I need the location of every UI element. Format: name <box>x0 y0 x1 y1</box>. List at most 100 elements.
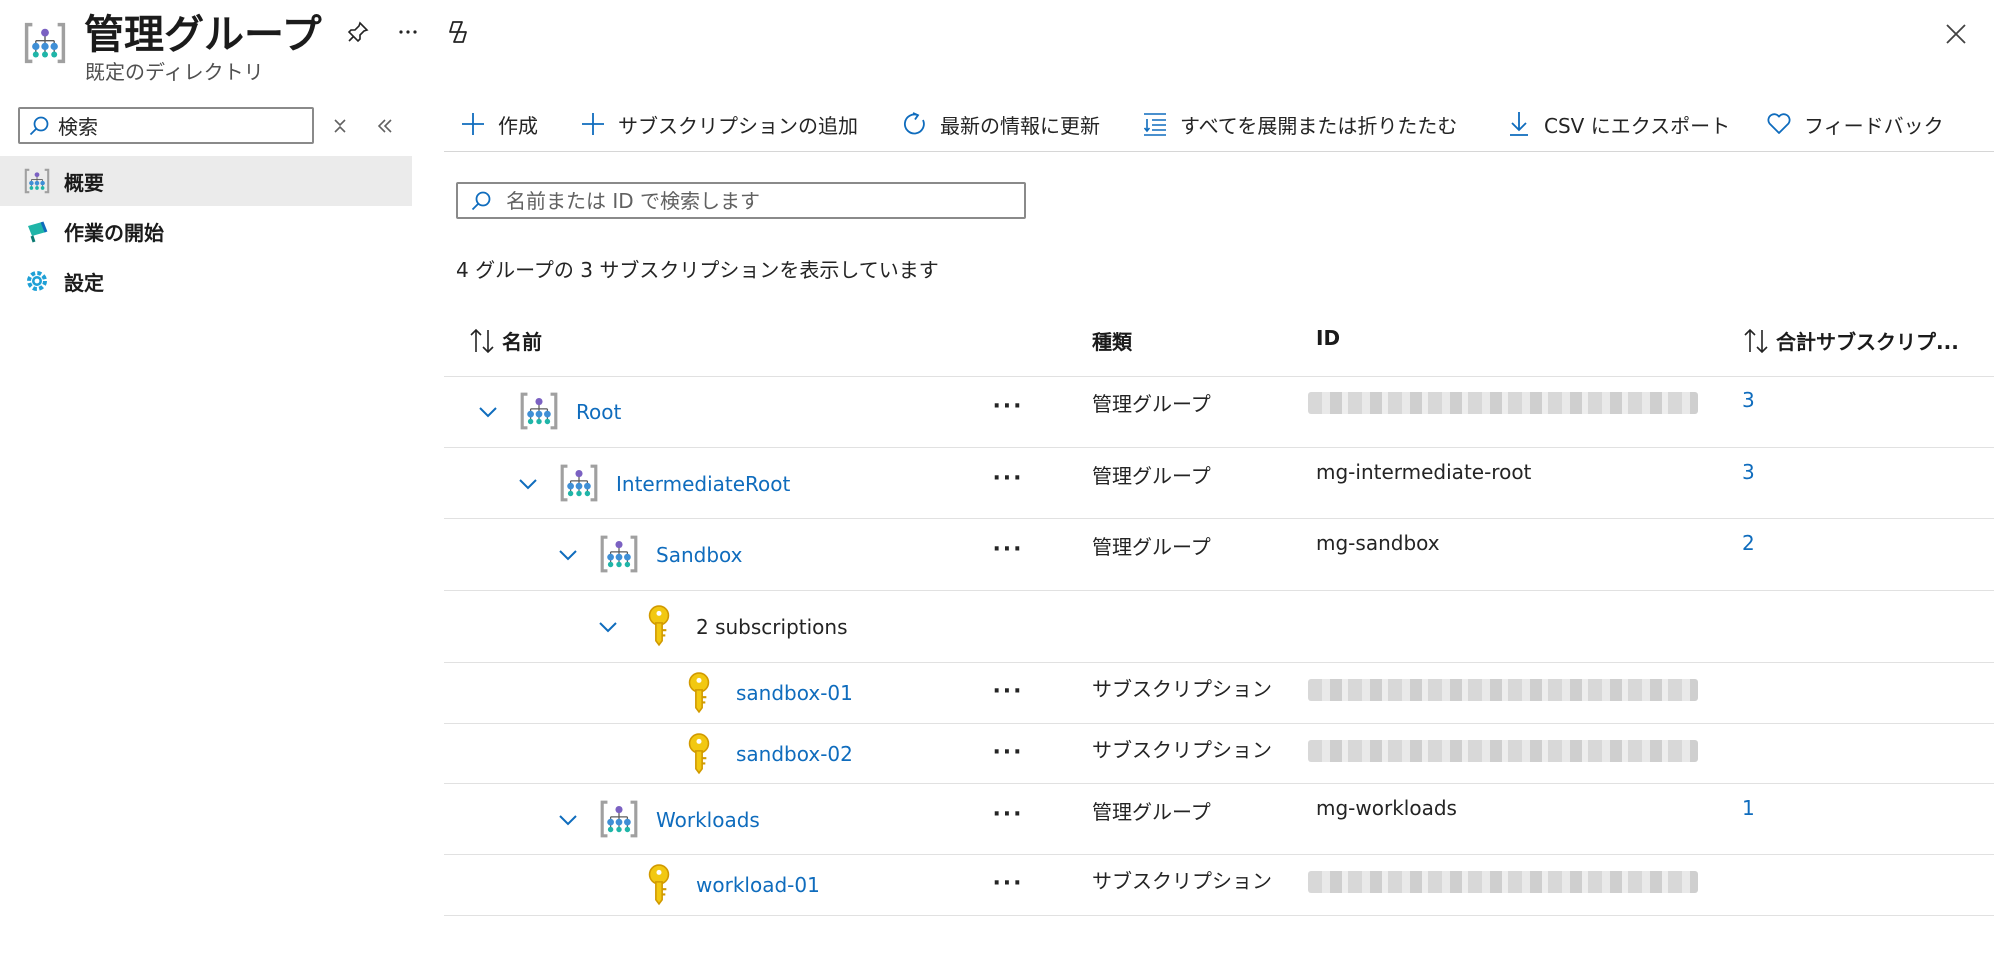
management-group-icon <box>558 462 600 504</box>
heart-icon <box>1764 109 1794 139</box>
management-group-header-icon <box>22 20 68 66</box>
row-total-link[interactable]: 2 <box>1742 531 1755 555</box>
redacted-id <box>1308 871 1698 893</box>
page-subtitle: 既定のディレクトリ <box>85 60 264 84</box>
row-more-button[interactable]: ··· <box>990 800 1026 828</box>
row-total-link[interactable]: 1 <box>1742 796 1755 820</box>
column-header-total-subscriptions[interactable]: 合計サブスクリプ... <box>1742 326 1959 355</box>
sidebar-item-get-started[interactable]: 作業の開始 <box>0 206 412 256</box>
table-row: sandbox-01 ··· サブスクリプション <box>444 663 1994 724</box>
sort-icon <box>468 328 496 354</box>
chevron-down-icon[interactable] <box>594 613 622 641</box>
sidebar-item-label: 設定 <box>64 270 104 295</box>
search-icon <box>470 190 492 212</box>
chevron-down-icon[interactable] <box>474 398 502 426</box>
chevron-down-icon[interactable] <box>514 470 542 498</box>
row-type: 管理グループ <box>1092 392 1211 416</box>
search-icon <box>28 115 50 137</box>
plus-icon <box>578 109 608 139</box>
row-more-button[interactable]: ··· <box>990 392 1026 420</box>
sidebar-item-label: 概要 <box>64 170 104 195</box>
download-icon <box>1504 109 1534 139</box>
refresh-icon <box>900 109 930 139</box>
refresh-button[interactable]: 最新の情報に更新 <box>900 106 1100 142</box>
row-more-button[interactable]: ··· <box>990 464 1026 492</box>
row-total-link[interactable]: 3 <box>1742 388 1755 412</box>
feedback-label: フィードバック <box>1804 113 1944 138</box>
row-type: サブスクリプション <box>1092 869 1272 893</box>
chevron-down-icon[interactable] <box>554 541 582 569</box>
row-id: mg-workloads <box>1316 796 1457 820</box>
clear-search-icon[interactable] <box>326 112 354 140</box>
redacted-id <box>1308 392 1698 414</box>
close-icon[interactable] <box>1938 16 1974 52</box>
table-row: IntermediateRoot ··· 管理グループ mg-intermedi… <box>444 448 1994 519</box>
collapse-sidebar-icon[interactable] <box>370 112 400 140</box>
column-header-label: 種類 <box>1092 330 1132 354</box>
copilot-icon[interactable] <box>440 14 476 50</box>
table-row: Sandbox ··· 管理グループ mg-sandbox 2 <box>444 519 1994 591</box>
add-subscription-label: サブスクリプションの追加 <box>618 113 858 138</box>
sidebar-item-overview[interactable]: 概要 <box>0 156 412 206</box>
sidebar-search-input[interactable]: 検索 <box>18 107 314 144</box>
command-bar: 作成 サブスクリプションの追加 最新の情報に更新 すべてを展開または折りたたむ … <box>444 100 1994 152</box>
row-name-link[interactable]: Root <box>576 400 621 424</box>
export-csv-button[interactable]: CSV にエクスポート <box>1504 106 1730 142</box>
redacted-id <box>1308 740 1698 762</box>
row-total-link[interactable]: 3 <box>1742 460 1755 484</box>
table-row: sandbox-02 ··· サブスクリプション <box>444 724 1994 784</box>
column-header-label: 合計サブスクリプ... <box>1776 330 1959 354</box>
name-id-search-field[interactable] <box>456 182 1026 219</box>
row-more-button[interactable]: ··· <box>990 869 1026 897</box>
pin-icon[interactable] <box>340 14 376 50</box>
row-name-link[interactable]: sandbox-01 <box>736 681 853 705</box>
sidebar-search-value: 検索 <box>58 115 98 139</box>
row-name-link[interactable]: workload-01 <box>696 873 820 897</box>
feedback-button[interactable]: フィードバック <box>1764 106 1944 142</box>
sidebar-item-settings[interactable]: 設定 <box>0 256 412 306</box>
table-row: workload-01 ··· サブスクリプション <box>444 855 1994 916</box>
results-summary: 4 グループの 3 サブスクリプションを表示しています <box>456 258 939 282</box>
column-header-label: ID <box>1316 326 1341 350</box>
page-title: 管理グループ <box>84 12 322 58</box>
column-header-label: 名前 <box>502 330 542 354</box>
column-header-id: ID <box>1316 326 1340 350</box>
row-id: mg-intermediate-root <box>1316 460 1532 484</box>
expand-collapse-icon <box>1140 109 1170 139</box>
row-name-link[interactable]: Workloads <box>656 808 760 832</box>
row-name-link[interactable]: Sandbox <box>656 543 742 567</box>
row-type: サブスクリプション <box>1092 677 1272 701</box>
quickstart-flag-icon <box>22 216 52 246</box>
column-header-name[interactable]: 名前 <box>468 326 542 355</box>
export-csv-label: CSV にエクスポート <box>1544 113 1731 138</box>
sidebar-item-label: 作業の開始 <box>64 220 164 245</box>
row-more-button[interactable]: ··· <box>990 677 1026 705</box>
row-id: mg-sandbox <box>1316 531 1440 555</box>
key-icon <box>638 864 680 906</box>
management-group-icon <box>598 533 640 575</box>
plus-icon <box>458 109 488 139</box>
create-button[interactable]: 作成 <box>458 106 538 142</box>
row-type: サブスクリプション <box>1092 738 1272 762</box>
management-group-icon <box>518 390 560 432</box>
row-more-button[interactable]: ··· <box>990 738 1026 766</box>
table-row: 2 subscriptions <box>444 591 1994 663</box>
search-input[interactable] <box>506 188 1006 213</box>
more-icon[interactable] <box>390 14 426 50</box>
row-name-link[interactable]: sandbox-02 <box>736 742 853 766</box>
management-group-icon <box>22 166 52 196</box>
redacted-id <box>1308 679 1698 701</box>
add-subscription-button[interactable]: サブスクリプションの追加 <box>578 106 858 142</box>
expand-collapse-button[interactable]: すべてを展開または折りたたむ <box>1140 106 1457 142</box>
create-label: 作成 <box>498 113 538 138</box>
sort-icon <box>1742 328 1770 354</box>
expand-collapse-label: すべてを展開または折りたたむ <box>1180 113 1458 138</box>
row-name-link[interactable]: IntermediateRoot <box>616 472 790 496</box>
subscription-group-label: 2 subscriptions <box>696 615 848 639</box>
row-more-button[interactable]: ··· <box>990 535 1026 563</box>
chevron-down-icon[interactable] <box>554 806 582 834</box>
table-row: Workloads ··· 管理グループ mg-workloads 1 <box>444 784 1994 855</box>
key-icon <box>638 605 680 647</box>
sidebar: 検索 概要 作業の開始 設定 <box>0 100 412 958</box>
refresh-label: 最新の情報に更新 <box>940 113 1100 138</box>
